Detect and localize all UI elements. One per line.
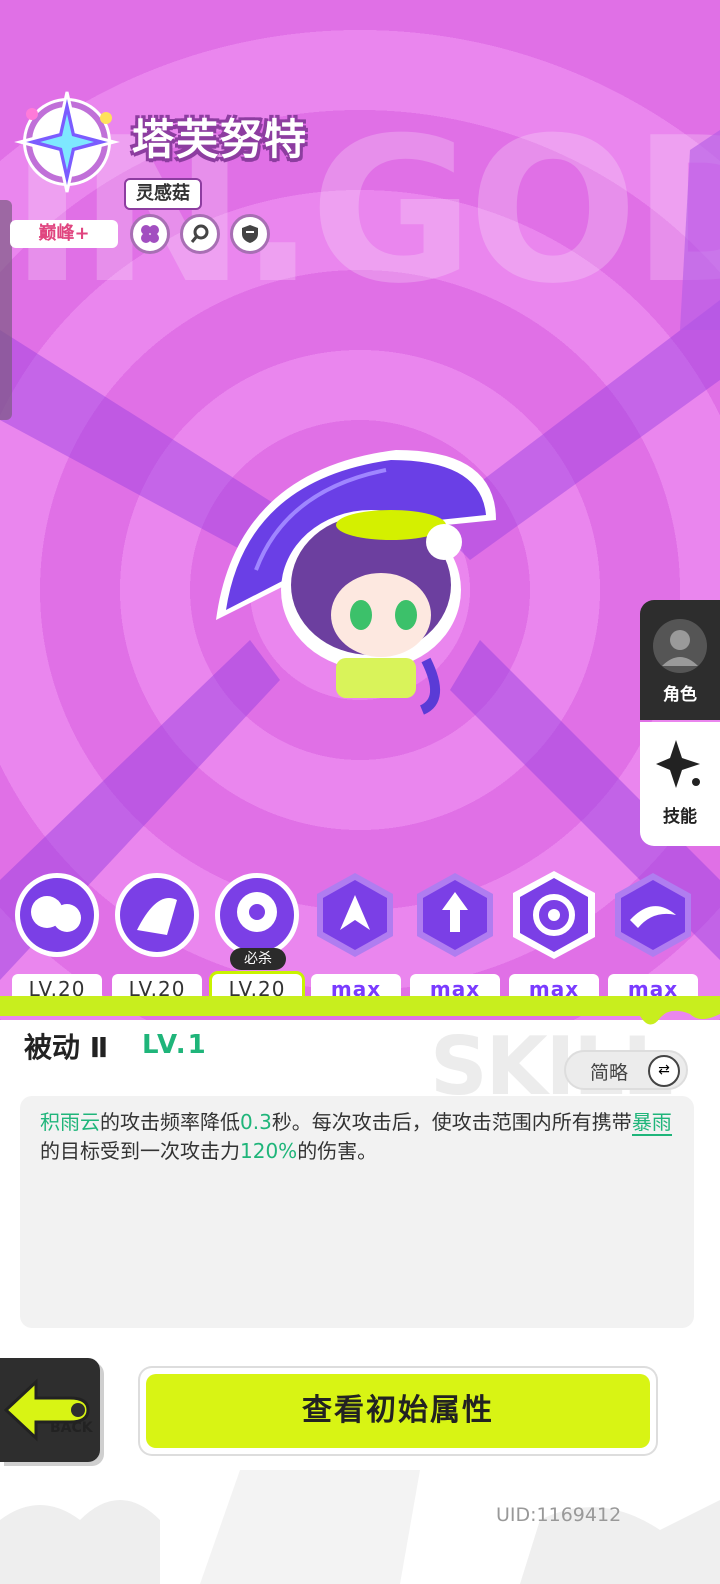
view-initial-stats-label: 查看初始属性 xyxy=(146,1374,650,1448)
skill-level: LV.1 xyxy=(142,1030,208,1060)
magnifier-icon[interactable] xyxy=(180,214,220,254)
view-initial-stats-button[interactable]: 查看初始属性 xyxy=(140,1368,656,1454)
user-id: UID:1169412 xyxy=(496,1504,622,1526)
character-type-tag: 灵感菇 xyxy=(124,178,202,210)
skill-icon-7[interactable] xyxy=(608,870,698,960)
character-scene: IN.GOD 塔芙努特 灵感菇 巅峰+ 角色 技能 LV.20 LV.20 LV… xyxy=(0,0,720,1020)
ultimate-tag: 必杀 xyxy=(230,948,286,970)
clover-icon[interactable] xyxy=(130,214,170,254)
skill-name: 被动 Ⅱ xyxy=(24,1031,109,1064)
keyword-rainstorm[interactable]: 暴雨 xyxy=(631,1110,672,1136)
skill-icon-3[interactable] xyxy=(212,870,302,960)
skill-icon-5[interactable] xyxy=(410,870,500,960)
skill-description: 积雨云的攻击频率降低0.3秒。每次攻击后，使攻击范围内所有携带暴雨的目标受到一次… xyxy=(20,1096,694,1328)
back-button[interactable]: BACK xyxy=(0,1358,100,1462)
shield-icon[interactable] xyxy=(230,214,270,254)
desc-value: 120% xyxy=(240,1139,298,1163)
swap-icon: ⇄ xyxy=(648,1055,680,1087)
desc-text: 的伤害。 xyxy=(297,1139,378,1163)
tab-role-label: 角色 xyxy=(663,685,697,705)
skill-icon-2[interactable] xyxy=(112,870,202,960)
character-emblem-icon xyxy=(14,91,120,193)
desc-text: 的攻击频率降低 xyxy=(100,1110,240,1134)
desc-value: 0.3 xyxy=(240,1110,272,1134)
character-name: 塔芙努特 xyxy=(132,115,309,164)
character-portrait xyxy=(216,450,496,715)
avatar-icon xyxy=(653,619,707,673)
desc-text: 秒。每次攻击后，使攻击范围内所有携带 xyxy=(271,1110,632,1134)
back-arrow-icon: BACK xyxy=(3,1378,94,1442)
desc-text: 的目标受到一次攻击力 xyxy=(40,1139,240,1163)
tab-skill-label: 技能 xyxy=(663,807,697,827)
rank-badge: 巅峰+ xyxy=(10,220,118,248)
skill-icon-1[interactable] xyxy=(12,870,102,960)
sparkle-icon xyxy=(656,740,700,788)
tab-role[interactable]: 角色 xyxy=(640,600,720,720)
back-label: BACK xyxy=(50,1420,94,1436)
brief-toggle-button[interactable]: 简略 ⇄ xyxy=(564,1050,688,1090)
skill-icon-6-selected[interactable] xyxy=(509,870,599,960)
skill-icon-4[interactable] xyxy=(310,870,400,960)
brief-label: 简略 xyxy=(590,1062,629,1084)
keyword-cumulonimbus[interactable]: 积雨云 xyxy=(40,1110,100,1134)
tab-skill[interactable]: 技能 xyxy=(640,722,720,846)
